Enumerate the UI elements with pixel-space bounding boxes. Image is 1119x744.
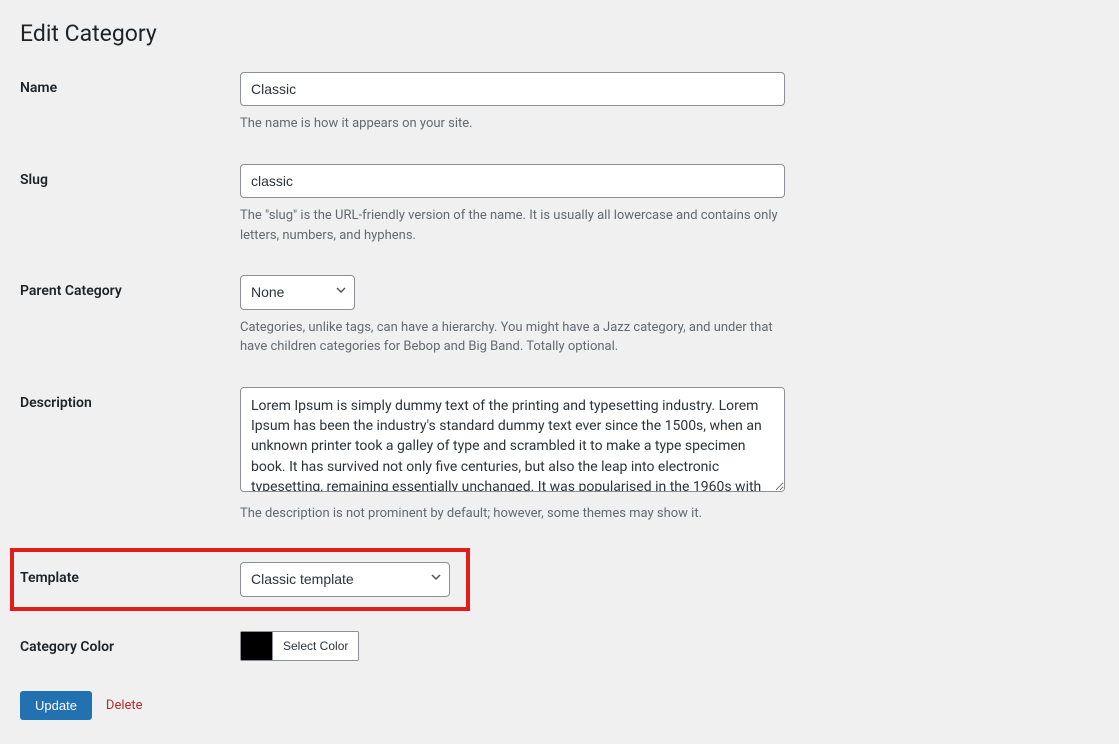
form-actions: Update Delete — [20, 691, 1099, 720]
row-parent: Parent Category None Categories, unlike … — [20, 275, 1099, 356]
delete-link[interactable]: Delete — [106, 698, 143, 713]
slug-input[interactable] — [240, 164, 785, 198]
slug-help: The "slug" is the URL-friendly version o… — [240, 206, 785, 245]
select-color-button[interactable]: Select Color — [273, 632, 358, 660]
template-select[interactable]: Classic template — [240, 562, 450, 596]
description-label: Description — [20, 395, 92, 411]
row-color: Category Color Select Color — [20, 631, 1099, 661]
slug-label: Slug — [20, 172, 48, 188]
update-button[interactable]: Update — [20, 691, 92, 720]
edit-category-form: Name The name is how it appears on your … — [20, 72, 1099, 661]
name-label: Name — [20, 80, 57, 96]
description-textarea[interactable] — [240, 387, 785, 492]
page-title: Edit Category — [20, 20, 1099, 47]
color-label: Category Color — [20, 639, 114, 655]
name-help: The name is how it appears on your site. — [240, 114, 785, 134]
description-help: The description is not prominent by defa… — [240, 504, 785, 524]
parent-label: Parent Category — [20, 283, 122, 299]
row-name: Name The name is how it appears on your … — [20, 72, 1099, 134]
row-slug: Slug The "slug" is the URL-friendly vers… — [20, 164, 1099, 245]
color-swatch[interactable] — [241, 632, 273, 660]
parent-help: Categories, unlike tags, can have a hier… — [240, 318, 785, 357]
row-description: Description The description is not promi… — [20, 387, 1099, 524]
color-picker: Select Color — [240, 631, 359, 661]
parent-select[interactable]: None — [240, 275, 355, 309]
template-label: Template — [20, 570, 79, 586]
row-template: Template Classic template — [10, 548, 470, 610]
name-input[interactable] — [240, 72, 785, 106]
